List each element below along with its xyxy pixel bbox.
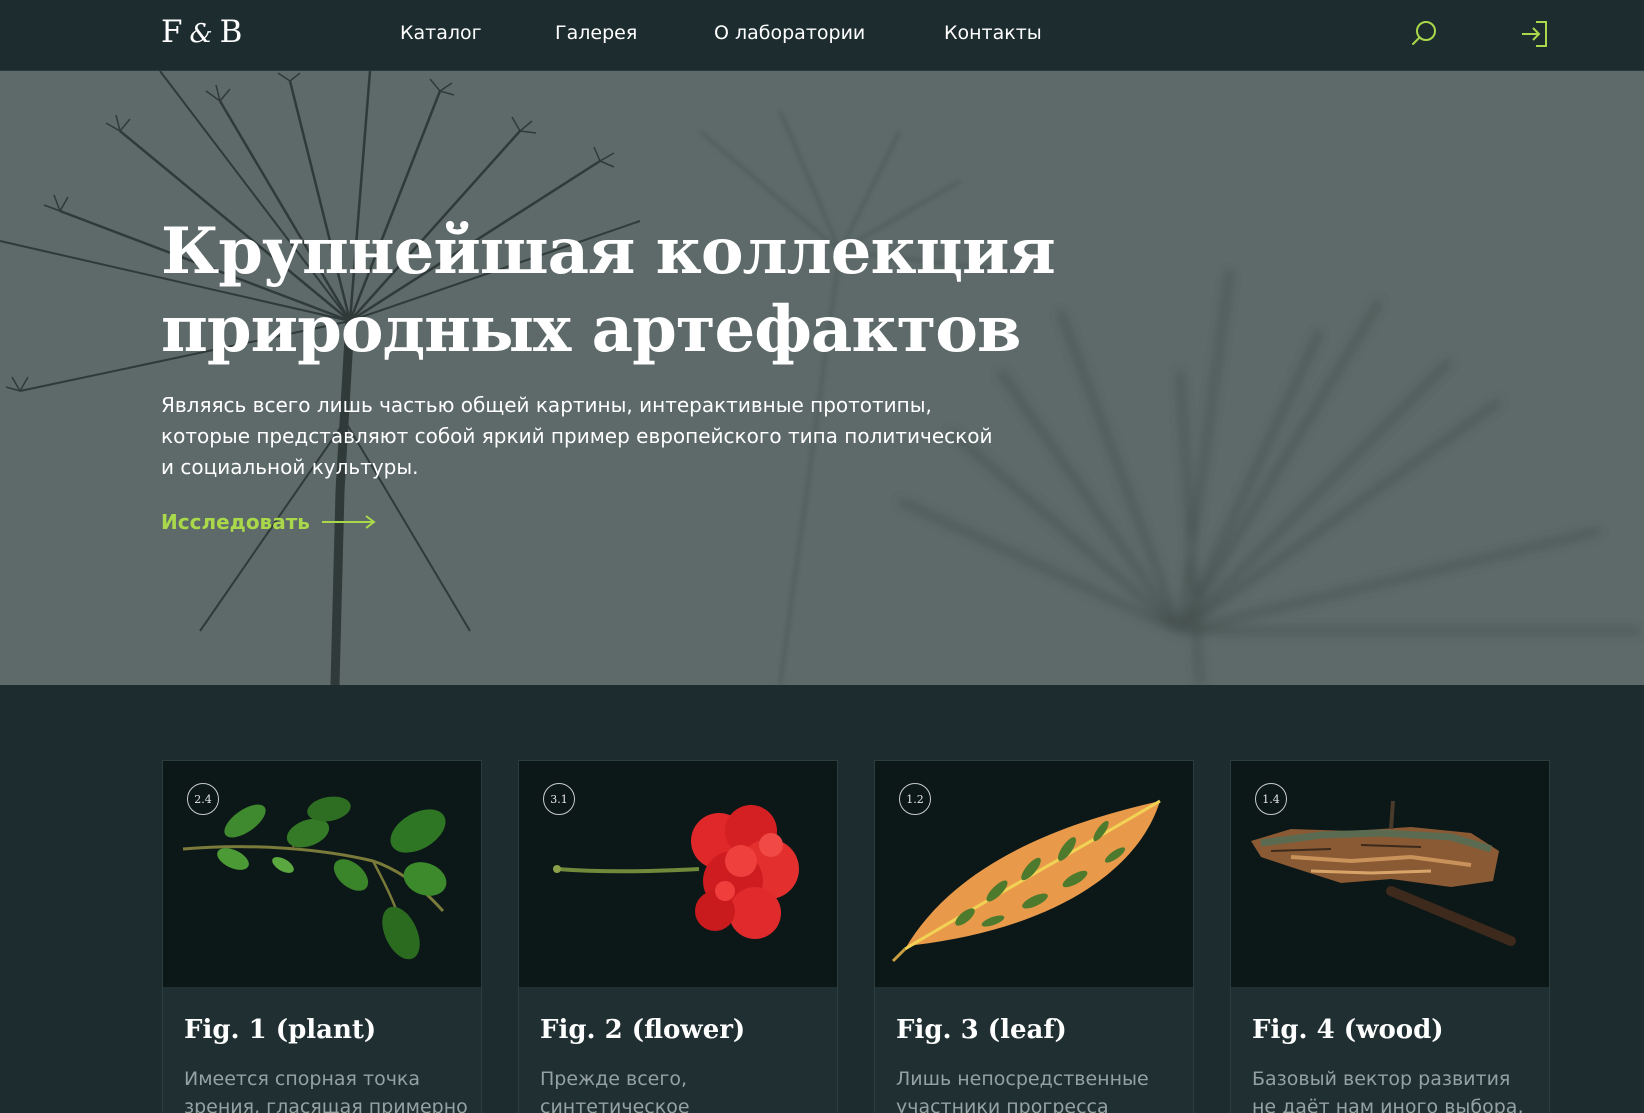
hero-title-line-1: Крупнейшая коллекция	[161, 214, 1056, 289]
card-title: Fig. 1 (plant)	[184, 1015, 377, 1045]
hero-title: Крупнейшая коллекция природных артефакто…	[161, 213, 1061, 369]
card-title: Fig. 2 (flower)	[540, 1015, 746, 1045]
card-badge: 1.2	[899, 783, 931, 815]
explore-link[interactable]: Исследовать	[161, 510, 376, 534]
card-description: Имеется спорная точка зрения, гласящая п…	[184, 1068, 468, 1113]
logo-ampersand: &	[189, 19, 214, 49]
card-flower[interactable]: 3.1 Fig. 2 (flower) Прежде всего, синтет…	[518, 760, 838, 1113]
nav-item-contacts[interactable]: Контакты	[944, 22, 1042, 44]
card-description: Базовый вектор развития не даёт нам иног…	[1252, 1068, 1524, 1113]
card-title: Fig. 4 (wood)	[1252, 1015, 1444, 1045]
card-badge: 1.4	[1255, 783, 1287, 815]
card-description: Лишь непосредственные участники прогресс…	[896, 1068, 1149, 1113]
nav-item-gallery[interactable]: Галерея	[555, 22, 637, 44]
card-badge: 3.1	[543, 783, 575, 815]
hero-background-umbel-image	[0, 71, 1640, 685]
card-image-wood: 1.4	[1231, 761, 1549, 987]
login-button[interactable]	[1518, 18, 1550, 50]
card-leaf[interactable]: 1.2 Fig. 3 (leaf) Лишь непосредственные …	[874, 760, 1194, 1113]
hero-section: Крупнейшая коллекция природных артефакто…	[0, 71, 1644, 685]
hero-title-line-2: природных артефактов	[161, 292, 1021, 367]
card-wood[interactable]: 1.4 Fig. 4 (wood) Базовый вектор развити…	[1230, 760, 1550, 1113]
site-logo[interactable]: F & B	[161, 14, 243, 50]
nav-item-catalog[interactable]: Каталог	[400, 22, 482, 44]
search-button[interactable]	[1408, 18, 1440, 50]
card-image-leaf: 1.2	[875, 761, 1193, 987]
card-image-flower: 3.1	[519, 761, 837, 987]
card-title: Fig. 3 (leaf)	[896, 1015, 1067, 1045]
card-badge: 2.4	[187, 783, 219, 815]
arrow-right-icon	[321, 515, 376, 529]
explore-label: Исследовать	[161, 510, 310, 534]
search-icon	[1412, 21, 1436, 45]
logo-letter-b: B	[219, 14, 244, 50]
logo-letter-f: F	[161, 14, 184, 50]
hero-description: Являясь всего лишь частью общей картины,…	[161, 393, 993, 479]
site-header: F & B Каталог Галерея О лаборатории Контак…	[0, 0, 1644, 71]
login-icon	[1522, 21, 1547, 47]
card-description: Прежде всего, синтетическое	[540, 1068, 690, 1113]
nav-item-about[interactable]: О лаборатории	[714, 22, 865, 44]
card-plant[interactable]: 2.4 Fig. 1 (plant) Имеется спорная точка…	[162, 760, 482, 1113]
card-image-plant: 2.4	[163, 761, 481, 987]
